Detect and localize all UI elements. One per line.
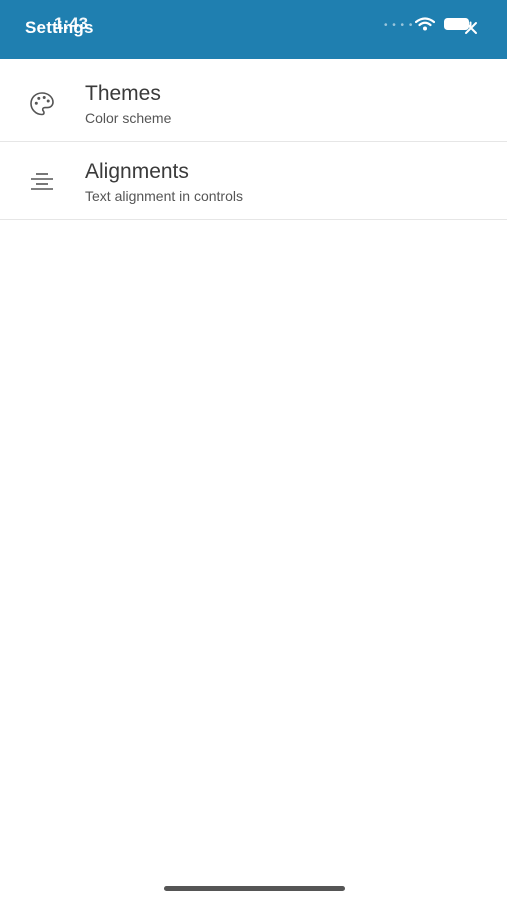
settings-item-subtitle: Color scheme — [85, 110, 172, 126]
app-bar: Settings 1:43 • • • • — [0, 0, 507, 59]
settings-item-themes[interactable]: Themes Color scheme — [0, 64, 507, 142]
wifi-icon — [415, 17, 435, 31]
status-time: 1:43 — [54, 14, 89, 33]
settings-item-alignments[interactable]: Alignments Text alignment in controls — [0, 142, 507, 220]
align-center-icon — [31, 173, 53, 190]
close-icon[interactable] — [463, 20, 479, 36]
settings-item-title: Themes — [85, 82, 161, 105]
signal-dots-icon: • • • • — [384, 20, 414, 31]
settings-item-title: Alignments — [85, 160, 189, 183]
home-indicator[interactable] — [164, 886, 345, 891]
settings-list: Themes Color scheme Alignments Text alig… — [0, 64, 507, 220]
settings-item-subtitle: Text alignment in controls — [85, 188, 243, 204]
palette-icon — [30, 92, 54, 116]
